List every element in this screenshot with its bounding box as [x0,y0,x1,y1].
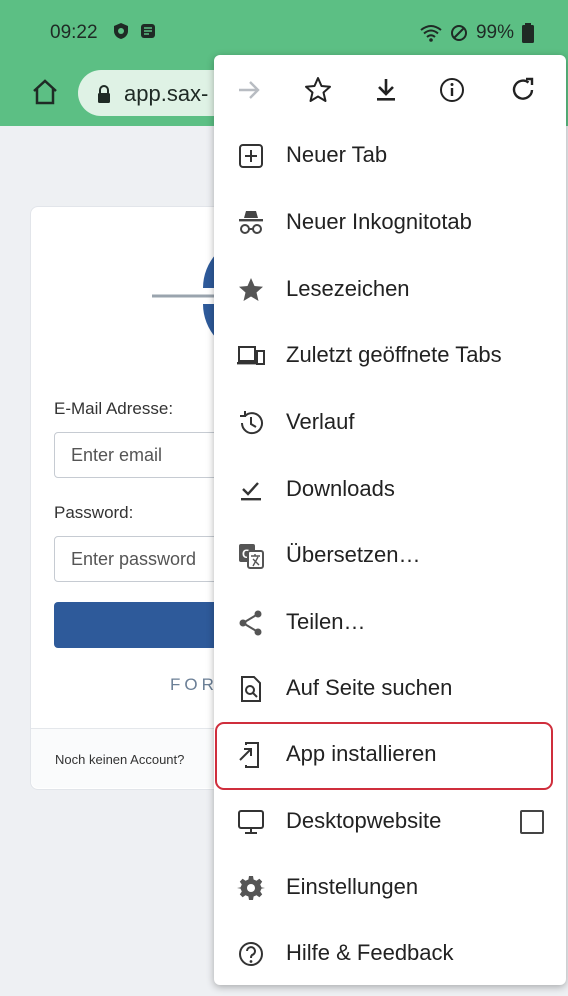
menu-item-recent-tabs[interactable]: Zuletzt geöffnete Tabs [214,323,566,389]
new-tab-icon [239,144,263,168]
email-placeholder: Enter email [71,445,163,465]
app-notification-icon [141,24,155,38]
help-icon [239,942,263,966]
forgot-password-link[interactable]: FOR [170,675,218,695]
menu-item-label: Einstellungen [286,874,419,899]
wifi-icon [420,25,442,42]
menu-item-history[interactable]: Verlauf [214,390,566,456]
menu-item-label: Downloads [286,476,395,501]
home-icon[interactable] [30,77,60,107]
menu-item-translate[interactable]: G Übersetzen… [214,523,566,589]
menu-item-label: Verlauf [286,409,355,434]
lock-icon [98,85,110,103]
find-in-page-icon [241,676,261,702]
desktop-icon [238,810,264,834]
url-text: app.sax- [124,81,209,106]
status-time: 09:22 [50,22,98,43]
menu-action-row [214,55,566,125]
share-icon [239,610,262,636]
info-icon[interactable] [437,75,467,105]
download-icon[interactable] [371,75,401,105]
password-label: Password: [54,503,134,522]
browser-overflow-menu: Neuer Tab Neuer Inkognitotab Lesezeichen… [214,55,566,985]
incognito-icon [239,211,263,234]
menu-item-downloads[interactable]: Downloads [214,457,566,523]
status-notification-icons [113,22,157,40]
menu-item-label: Lesezeichen [286,276,410,301]
menu-item-label: Hilfe & Feedback [286,940,454,965]
highlight-box [215,722,553,790]
menu-item-label: Neuer Inkognitotab [286,209,472,234]
battery-percent: 99% [475,22,514,43]
menu-item-incognito[interactable]: Neuer Inkognitotab [214,190,566,256]
no-account-text: Noch keinen Account? [55,752,185,767]
recent-tabs-devices-icon [237,346,265,365]
battery-icon [522,23,534,43]
translate-icon: G [239,544,264,569]
menu-item-bookmarks[interactable]: Lesezeichen [214,257,566,323]
menu-item-help-feedback[interactable]: Hilfe & Feedback [214,921,566,987]
menu-item-share[interactable]: Teilen… [214,590,566,656]
menu-item-new-tab[interactable]: Neuer Tab [214,123,566,189]
menu-item-label: Desktopwebsite [286,808,442,833]
do-not-disturb-icon [450,25,467,41]
menu-item-settings[interactable]: Einstellungen [214,855,566,921]
star-icon[interactable] [303,75,333,105]
password-placeholder: Enter password [71,549,197,569]
reload-icon[interactable] [508,75,538,105]
bookmarks-star-icon [239,278,263,301]
menu-item-find-in-page[interactable]: Auf Seite suchen [214,656,566,722]
menu-item-label: Teilen… [286,609,366,634]
menu-item-desktop-site[interactable]: Desktopwebsite [214,789,566,855]
desktop-site-checkbox[interactable] [520,810,544,834]
menu-item-label: Übersetzen… [286,542,421,567]
menu-item-label: Zuletzt geöffnete Tabs [286,342,502,367]
history-icon [240,411,263,435]
settings-gear-icon [237,876,265,900]
status-system-icons: 99% [420,22,534,44]
shield-notification-icon [114,23,128,39]
email-label: E-Mail Adresse: [54,399,174,418]
downloads-check-icon [241,482,261,501]
menu-item-label: Neuer Tab [286,142,388,167]
menu-item-label: Auf Seite suchen [286,675,453,700]
forward-icon[interactable] [234,75,264,105]
